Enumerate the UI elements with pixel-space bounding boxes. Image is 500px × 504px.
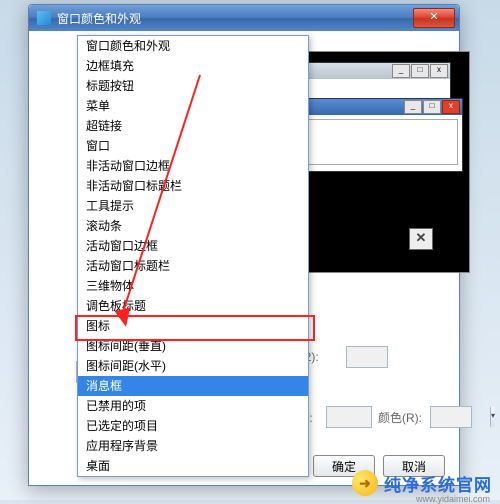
dropdown-option[interactable]: 已选定的项目 [78, 416, 308, 436]
font-color-picker: ▾ [430, 406, 472, 428]
close-icon: x [430, 64, 448, 78]
dropdown-option[interactable]: 消息框 [78, 376, 308, 396]
font-color-label: 颜色(R): [378, 409, 424, 426]
item-dropdown-list[interactable]: 窗口颜色和外观边框填充标题按钮菜单超链接窗口非活动窗口边框非活动窗口标题栏工具提… [77, 35, 309, 477]
dropdown-option[interactable]: 滚动条 [78, 216, 308, 236]
dropdown-option[interactable]: 非活动窗口边框 [78, 156, 308, 176]
close-button[interactable]: ✕ [413, 8, 455, 28]
dropdown-option[interactable]: 图标间距(垂直) [78, 336, 308, 356]
min-icon: _ [404, 100, 422, 114]
watermark: ➜ 纯净系统官网 www.yidaimei.com [352, 470, 492, 496]
app-icon [37, 11, 51, 25]
dropdown-option[interactable]: 窗口 [78, 136, 308, 156]
titlebar[interactable]: 窗口颜色和外观 ✕ [29, 5, 459, 31]
watermark-title: 纯净系统官网 [384, 471, 492, 496]
watermark-logo-icon: ➜ [352, 470, 378, 496]
dropdown-option[interactable]: 窗口颜色和外观 [78, 36, 308, 56]
font-size-combo: ▾ [326, 406, 372, 428]
window-title: 窗口颜色和外观 [57, 10, 413, 27]
dropdown-option[interactable]: 活动窗口标题栏 [78, 256, 308, 276]
dropdown-option[interactable]: 调色板标题 [78, 296, 308, 316]
max-icon: □ [423, 100, 441, 114]
watermark-url: www.yidaimei.com [416, 494, 490, 504]
dropdown-option[interactable]: 活动窗口边框 [78, 236, 308, 256]
dropdown-option[interactable]: 应用程序背景 [78, 436, 308, 456]
close-icon: x [442, 100, 460, 114]
dropdown-option[interactable]: 已禁用的项 [78, 396, 308, 416]
min-icon: _ [392, 64, 410, 78]
dropdown-option[interactable]: 标题按钮 [78, 76, 308, 96]
dropdown-option[interactable]: 边框填充 [78, 56, 308, 76]
preview-messagebox-close-icon: ✕ [409, 228, 433, 250]
dropdown-option[interactable]: 图标间距(水平) [78, 356, 308, 376]
color2-picker: ▾ [346, 346, 388, 368]
max-icon: □ [411, 64, 429, 78]
dropdown-option[interactable]: 菜单 [78, 96, 308, 116]
dropdown-option[interactable]: 超链接 [78, 116, 308, 136]
appearance-dialog: 窗口颜色和外观 ✕ _ □ x _ □ x ✕ 窗口颜色和外观边框填 [28, 4, 460, 486]
dropdown-option[interactable]: 三维物体 [78, 276, 308, 296]
dropdown-option[interactable]: 非活动窗口标题栏 [78, 176, 308, 196]
dropdown-option[interactable]: 图标 [78, 316, 308, 336]
dropdown-option[interactable]: 桌面 [78, 456, 308, 476]
dropdown-option[interactable]: 工具提示 [78, 196, 308, 216]
